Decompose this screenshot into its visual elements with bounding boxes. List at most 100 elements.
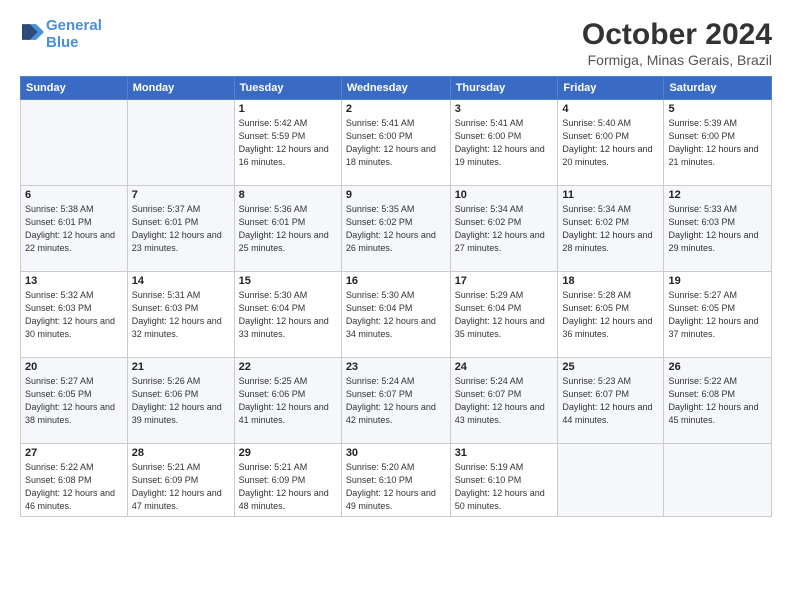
title-block: October 2024 Formiga, Minas Gerais, Braz…: [582, 18, 772, 68]
day-number: 3: [455, 103, 554, 115]
table-row: 1Sunrise: 5:42 AM Sunset: 5:59 PM Daylig…: [234, 100, 341, 186]
day-number: 18: [562, 275, 659, 287]
day-info: Sunrise: 5:21 AM Sunset: 6:09 PM Dayligh…: [239, 461, 337, 513]
day-info: Sunrise: 5:24 AM Sunset: 6:07 PM Dayligh…: [455, 375, 554, 427]
day-info: Sunrise: 5:35 AM Sunset: 6:02 PM Dayligh…: [346, 203, 446, 255]
day-number: 21: [132, 361, 230, 373]
day-info: Sunrise: 5:25 AM Sunset: 6:06 PM Dayligh…: [239, 375, 337, 427]
header: General Blue October 2024 Formiga, Minas…: [20, 18, 772, 68]
day-info: Sunrise: 5:30 AM Sunset: 6:04 PM Dayligh…: [239, 289, 337, 341]
table-row: 10 Sunrise: 5:34 AM Sunset: 6:02 PM Dayli…: [450, 186, 558, 272]
table-row: 19 Sunrise: 5:27 AM Sunset: 6:05 PM Dayli…: [664, 272, 772, 358]
day-number: 11: [562, 189, 659, 201]
logo-icon: [22, 21, 44, 43]
table-row: [664, 444, 772, 517]
day-number: 25: [562, 361, 659, 373]
day-number: 13: [25, 275, 123, 287]
table-row: 25 Sunrise: 5:23 AM Sunset: 6:07 PM Dayli…: [558, 358, 664, 444]
table-row: 23 Sunrise: 5:24 AM Sunset: 6:07 PM Dayli…: [341, 358, 450, 444]
day-info: Sunrise: 5:33 AM Sunset: 6:03 PM Dayligh…: [668, 203, 767, 255]
table-row: 21 Sunrise: 5:26 AM Sunset: 6:06 PM Dayli…: [127, 358, 234, 444]
day-info: Sunrise: 5:37 AM Sunset: 6:01 PM Dayligh…: [132, 203, 230, 255]
day-info: Sunrise: 5:42 AM Sunset: 5:59 PM Dayligh…: [239, 117, 337, 169]
location-subtitle: Formiga, Minas Gerais, Brazil: [582, 52, 772, 68]
day-number: 26: [668, 361, 767, 373]
table-row: 15 Sunrise: 5:30 AM Sunset: 6:04 PM Dayli…: [234, 272, 341, 358]
table-row: [558, 444, 664, 517]
day-number: 31: [455, 447, 554, 459]
day-number: 17: [455, 275, 554, 287]
table-row: 22 Sunrise: 5:25 AM Sunset: 6:06 PM Dayli…: [234, 358, 341, 444]
day-info: Sunrise: 5:21 AM Sunset: 6:09 PM Dayligh…: [132, 461, 230, 513]
day-number: 27: [25, 447, 123, 459]
day-number: 22: [239, 361, 337, 373]
day-number: 24: [455, 361, 554, 373]
day-number: 12: [668, 189, 767, 201]
day-info: Sunrise: 5:41 AM Sunset: 6:00 PM Dayligh…: [346, 117, 446, 169]
table-row: 26 Sunrise: 5:22 AM Sunset: 6:08 PM Dayli…: [664, 358, 772, 444]
day-info: Sunrise: 5:20 AM Sunset: 6:10 PM Dayligh…: [346, 461, 446, 513]
day-info: Sunrise: 5:36 AM Sunset: 6:01 PM Dayligh…: [239, 203, 337, 255]
day-number: 10: [455, 189, 554, 201]
header-saturday: Saturday: [664, 77, 772, 100]
table-row: 20 Sunrise: 5:27 AM Sunset: 6:05 PM Dayli…: [21, 358, 128, 444]
day-info: Sunrise: 5:29 AM Sunset: 6:04 PM Dayligh…: [455, 289, 554, 341]
day-info: Sunrise: 5:23 AM Sunset: 6:07 PM Dayligh…: [562, 375, 659, 427]
table-row: [127, 100, 234, 186]
header-tuesday: Tuesday: [234, 77, 341, 100]
day-number: 6: [25, 189, 123, 201]
calendar-header-row: Sunday Monday Tuesday Wednesday Thursday…: [21, 77, 772, 100]
day-info: Sunrise: 5:27 AM Sunset: 6:05 PM Dayligh…: [668, 289, 767, 341]
table-row: 2Sunrise: 5:41 AM Sunset: 6:00 PM Daylig…: [341, 100, 450, 186]
day-info: Sunrise: 5:22 AM Sunset: 6:08 PM Dayligh…: [25, 461, 123, 513]
day-number: 28: [132, 447, 230, 459]
table-row: 17 Sunrise: 5:29 AM Sunset: 6:04 PM Dayli…: [450, 272, 558, 358]
day-number: 23: [346, 361, 446, 373]
day-info: Sunrise: 5:26 AM Sunset: 6:06 PM Dayligh…: [132, 375, 230, 427]
day-number: 16: [346, 275, 446, 287]
header-wednesday: Wednesday: [341, 77, 450, 100]
table-row: 3 Sunrise: 5:41 AM Sunset: 6:00 PM Daylig…: [450, 100, 558, 186]
table-row: 24 Sunrise: 5:24 AM Sunset: 6:07 PM Dayli…: [450, 358, 558, 444]
header-sunday: Sunday: [21, 77, 128, 100]
day-info: Sunrise: 5:24 AM Sunset: 6:07 PM Dayligh…: [346, 375, 446, 427]
table-row: 7 Sunrise: 5:37 AM Sunset: 6:01 PM Daylig…: [127, 186, 234, 272]
header-thursday: Thursday: [450, 77, 558, 100]
day-info: Sunrise: 5:41 AM Sunset: 6:00 PM Dayligh…: [455, 117, 554, 169]
day-number: 8: [239, 189, 337, 201]
day-number: 7: [132, 189, 230, 201]
table-row: 28 Sunrise: 5:21 AM Sunset: 6:09 PM Dayli…: [127, 444, 234, 517]
month-title: October 2024: [582, 18, 772, 52]
day-number: 15: [239, 275, 337, 287]
day-number: 29: [239, 447, 337, 459]
day-info: Sunrise: 5:27 AM Sunset: 6:05 PM Dayligh…: [25, 375, 123, 427]
table-row: 29 Sunrise: 5:21 AM Sunset: 6:09 PM Dayli…: [234, 444, 341, 517]
day-info: Sunrise: 5:34 AM Sunset: 6:02 PM Dayligh…: [562, 203, 659, 255]
table-row: 4Sunrise: 5:40 AM Sunset: 6:00 PM Daylig…: [558, 100, 664, 186]
logo-text-line2: Blue: [46, 35, 102, 52]
day-info: Sunrise: 5:32 AM Sunset: 6:03 PM Dayligh…: [25, 289, 123, 341]
day-info: Sunrise: 5:40 AM Sunset: 6:00 PM Dayligh…: [562, 117, 659, 169]
logo-text-line1: General: [46, 18, 102, 35]
table-row: 14 Sunrise: 5:31 AM Sunset: 6:03 PM Dayli…: [127, 272, 234, 358]
day-number: 9: [346, 189, 446, 201]
table-row: 16 Sunrise: 5:30 AM Sunset: 6:04 PM Dayli…: [341, 272, 450, 358]
day-info: Sunrise: 5:30 AM Sunset: 6:04 PM Dayligh…: [346, 289, 446, 341]
day-number: 30: [346, 447, 446, 459]
page: General Blue October 2024 Formiga, Minas…: [0, 0, 792, 612]
calendar-table: Sunday Monday Tuesday Wednesday Thursday…: [20, 76, 772, 517]
day-number: 5: [668, 103, 767, 115]
table-row: 13 Sunrise: 5:32 AM Sunset: 6:03 PM Dayli…: [21, 272, 128, 358]
day-number: 14: [132, 275, 230, 287]
table-row: 18Sunrise: 5:28 AM Sunset: 6:05 PM Dayli…: [558, 272, 664, 358]
table-row: 11 Sunrise: 5:34 AM Sunset: 6:02 PM Dayli…: [558, 186, 664, 272]
table-row: 9 Sunrise: 5:35 AM Sunset: 6:02 PM Daylig…: [341, 186, 450, 272]
table-row: 5Sunrise: 5:39 AM Sunset: 6:00 PM Daylig…: [664, 100, 772, 186]
day-info: Sunrise: 5:34 AM Sunset: 6:02 PM Dayligh…: [455, 203, 554, 255]
header-friday: Friday: [558, 77, 664, 100]
day-info: Sunrise: 5:31 AM Sunset: 6:03 PM Dayligh…: [132, 289, 230, 341]
day-info: Sunrise: 5:22 AM Sunset: 6:08 PM Dayligh…: [668, 375, 767, 427]
day-number: 19: [668, 275, 767, 287]
day-info: Sunrise: 5:19 AM Sunset: 6:10 PM Dayligh…: [455, 461, 554, 513]
day-number: 20: [25, 361, 123, 373]
